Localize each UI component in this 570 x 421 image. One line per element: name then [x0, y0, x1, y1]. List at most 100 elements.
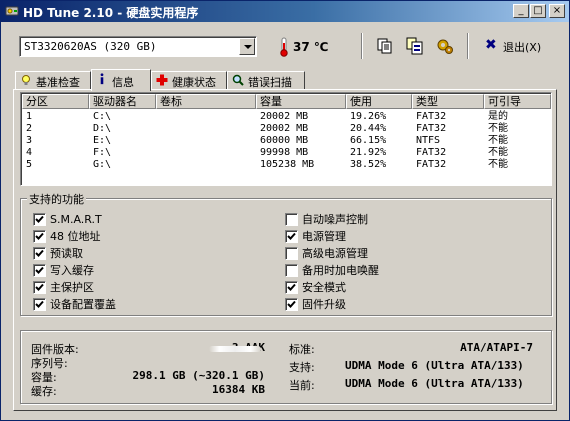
cell-type: FAT32	[416, 159, 447, 170]
supported-label: 支持:	[289, 361, 315, 374]
checkbox-box[interactable]	[33, 281, 46, 294]
cell-type: FAT32	[416, 111, 447, 122]
features-title: 支持的功能	[27, 191, 86, 207]
cell-usage: 19.26%	[350, 111, 387, 122]
checkbox-label: 电源管理	[302, 230, 346, 243]
toolbar-separator	[467, 33, 469, 59]
table-row[interactable]: 2 D:\ 20002 MB 20.44% FAT32 不能	[22, 123, 551, 135]
cell-type: FAT32	[416, 147, 447, 158]
cell-partition: 1	[26, 111, 33, 122]
buffer-label: 缓存:	[31, 385, 57, 398]
checkmark-icon	[287, 232, 296, 240]
checkbox-box[interactable]	[285, 281, 298, 294]
checkbox-label: 设备配置覆盖	[50, 298, 116, 311]
app-window: HD Tune 2.10 - 硬盘实用程序 _ □ × ST3320620AS …	[0, 0, 570, 421]
checkbox-label: 48 位地址	[50, 230, 101, 243]
cell-bootable: 不能	[488, 159, 508, 170]
checkbox-box[interactable]	[33, 213, 46, 226]
current-value: UDMA Mode 6 (Ultra ATA/133)	[345, 377, 524, 390]
table-row[interactable]: 3 E:\ 60000 MB 66.15% NTFS 不能	[22, 135, 551, 147]
cell-capacity: 20002 MB	[260, 123, 309, 134]
serial-label: 序列号:	[31, 357, 68, 370]
checkbox-box[interactable]	[285, 298, 298, 311]
cell-partition: 2	[26, 123, 33, 134]
table-row[interactable]: 5 G:\ 105238 MB 38.52% FAT32 不能	[22, 159, 551, 171]
firmware-label: 固件版本:	[31, 343, 79, 356]
cell-capacity: 60000 MB	[260, 135, 309, 146]
checkbox-label: 自动噪声控制	[302, 213, 368, 226]
column-header[interactable]: 驱动器名	[89, 94, 156, 109]
checkbox-box[interactable]	[285, 247, 298, 260]
info-panel: 分区 驱动器名 卷标 容量 使用 类型 可引导 1 C:\ 20002 MB 1…	[13, 89, 557, 411]
column-header[interactable]: 卷标	[156, 94, 256, 109]
minimize-button[interactable]: _	[513, 4, 529, 18]
cell-usage: 66.15%	[350, 135, 387, 146]
info-icon	[100, 73, 104, 85]
tab-benchmark-label: 基准检查	[36, 76, 80, 89]
cell-type: NTFS	[416, 135, 441, 146]
checkbox-label: 固件升级	[302, 298, 346, 311]
column-header[interactable]: 使用	[346, 94, 412, 109]
magnifier-icon	[232, 74, 244, 86]
checkmark-icon	[35, 266, 44, 274]
checkbox-box[interactable]	[33, 264, 46, 277]
cell-drive: D:\	[93, 123, 112, 134]
tab-benchmark[interactable]: 基准检查	[15, 71, 91, 89]
capacity-value: 298.1 GB (~320.1 GB)	[132, 369, 265, 382]
exit-button[interactable]: ✖ 退出(X)	[481, 37, 551, 55]
toolbar: ST3320620AS (320 GB) 37 ℃ ✖ 退出(X)	[1, 25, 569, 63]
copy-icon[interactable]	[375, 37, 395, 55]
checkbox-label: 写入缓存	[50, 264, 94, 277]
checkbox-box[interactable]	[33, 298, 46, 311]
table-row[interactable]: 1 C:\ 20002 MB 19.26% FAT32 是的	[22, 111, 551, 123]
cell-usage: 21.92%	[350, 147, 387, 158]
tab-info[interactable]: 信息	[91, 69, 151, 91]
checkbox-box[interactable]	[285, 213, 298, 226]
table-row[interactable]: 4 F:\ 99998 MB 21.92% FAT32 不能	[22, 147, 551, 159]
checkbox-box[interactable]	[33, 247, 46, 260]
cell-partition: 3	[26, 135, 33, 146]
maximize-button[interactable]: □	[530, 4, 546, 18]
checkbox-box[interactable]	[33, 230, 46, 243]
copy-all-icon[interactable]	[405, 37, 425, 55]
toolbar-separator	[361, 33, 363, 59]
cell-bootable: 是的	[488, 111, 508, 122]
cell-partition: 4	[26, 147, 33, 158]
drive-select[interactable]: ST3320620AS (320 GB)	[19, 36, 257, 57]
cell-drive: F:\	[93, 147, 112, 158]
checkmark-icon	[287, 283, 296, 291]
temperature-value: 37 ℃	[293, 40, 329, 54]
column-header[interactable]: 可引导	[484, 94, 551, 109]
checkmark-icon	[35, 215, 44, 223]
tab-health[interactable]: 健康状态	[151, 71, 227, 89]
drive-info-group: 固件版本: 3.AAK 序列号: 容量: 298.1 GB (~320.1 GB…	[20, 330, 552, 404]
features-group: 支持的功能 S.M.A.R.T 48 位地址 预读取 写入缓存 主保护区 设备配…	[20, 191, 552, 316]
cell-type: FAT32	[416, 123, 447, 134]
title-bar[interactable]: HD Tune 2.10 - 硬盘实用程序 _ □ ×	[1, 1, 569, 22]
cell-bootable: 不能	[488, 123, 508, 134]
checkbox-label: 备用时加电唤醒	[302, 264, 379, 277]
cell-drive: C:\	[93, 111, 112, 122]
options-icon[interactable]	[435, 37, 455, 55]
checkbox-box[interactable]	[285, 264, 298, 277]
tab-error-scan-label: 错误扫描	[248, 76, 292, 89]
close-x-icon: ✖	[485, 37, 497, 53]
cell-partition: 5	[26, 159, 33, 170]
checkbox-box[interactable]	[285, 230, 298, 243]
checkbox-label: 主保护区	[50, 281, 94, 294]
cell-bootable: 不能	[488, 135, 508, 146]
close-button[interactable]: ×	[549, 4, 565, 18]
chevron-down-icon[interactable]	[239, 38, 255, 55]
buffer-value: 16384 KB	[212, 383, 265, 396]
drive-select-value: ST3320620AS (320 GB)	[24, 40, 157, 53]
capacity-label: 容量:	[31, 371, 57, 384]
tab-error-scan[interactable]: 错误扫描	[227, 71, 305, 89]
tab-health-label: 健康状态	[172, 76, 216, 89]
cell-usage: 20.44%	[350, 123, 387, 134]
checkmark-icon	[35, 249, 44, 257]
partition-list[interactable]: 分区 驱动器名 卷标 容量 使用 类型 可引导 1 C:\ 20002 MB 1…	[20, 92, 552, 186]
column-header[interactable]: 分区	[22, 94, 89, 109]
hdtune-app-icon	[5, 6, 19, 16]
column-header[interactable]: 容量	[256, 94, 346, 109]
column-header[interactable]: 类型	[412, 94, 484, 109]
